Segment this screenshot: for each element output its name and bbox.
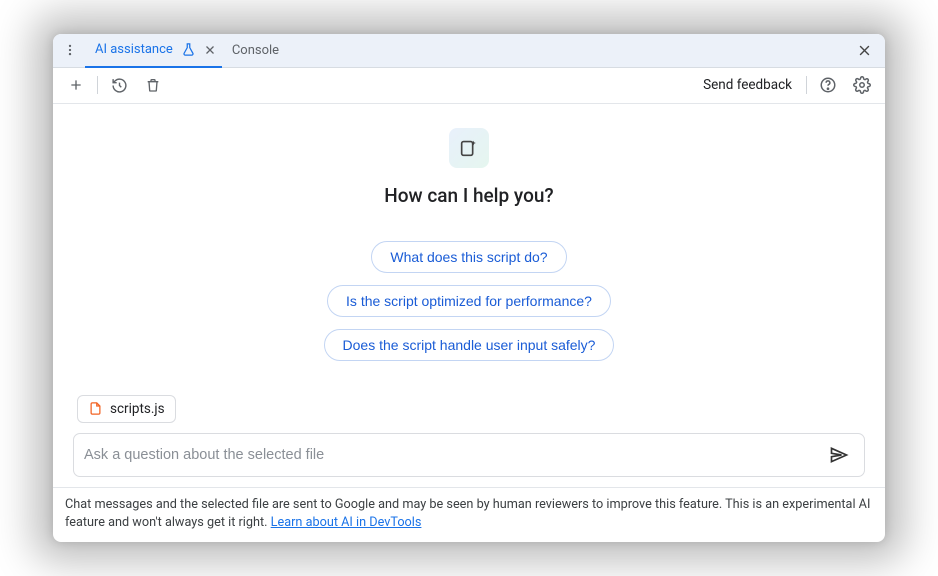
divider xyxy=(97,76,98,94)
send-button[interactable] xyxy=(824,440,854,470)
selected-file-chip[interactable]: scripts.js xyxy=(77,395,176,423)
settings-button[interactable] xyxy=(849,72,875,98)
footer-text: Chat messages and the selected file are … xyxy=(65,497,870,530)
tab-ai-assistance[interactable]: AI assistance xyxy=(85,34,222,68)
file-icon xyxy=(88,401,103,416)
flask-icon xyxy=(181,42,196,57)
close-icon[interactable] xyxy=(204,44,216,56)
suggestion-chip[interactable]: Does the script handle user input safely… xyxy=(324,329,615,361)
toolbar: Send feedback xyxy=(53,68,885,104)
suggestion-chip[interactable]: Is the script optimized for performance? xyxy=(327,285,611,317)
devtools-panel: AI assistance Console Send feedback xyxy=(53,34,885,543)
close-panel-icon[interactable] xyxy=(849,43,879,58)
tab-bar: AI assistance Console xyxy=(53,34,885,68)
tab-label: Console xyxy=(232,43,279,58)
footer-link[interactable]: Learn about AI in DevTools xyxy=(271,515,422,530)
content-area: How can I help you? What does this scrip… xyxy=(53,104,885,487)
help-button[interactable] xyxy=(815,72,841,98)
divider xyxy=(806,76,807,94)
selected-file-name: scripts.js xyxy=(110,401,165,417)
send-feedback-link[interactable]: Send feedback xyxy=(697,77,798,93)
tab-label: AI assistance xyxy=(95,42,173,57)
more-icon[interactable] xyxy=(59,39,81,61)
input-row xyxy=(73,433,865,477)
heading: How can I help you? xyxy=(384,184,553,207)
new-chat-button[interactable] xyxy=(63,72,89,98)
question-input[interactable] xyxy=(84,447,824,463)
history-button[interactable] xyxy=(106,72,132,98)
context-row: scripts.js xyxy=(73,395,865,433)
tab-console[interactable]: Console xyxy=(222,34,285,68)
delete-button[interactable] xyxy=(140,72,166,98)
suggestion-chip[interactable]: What does this script do? xyxy=(371,241,566,273)
ai-sparkle-icon xyxy=(449,128,489,168)
footer-disclaimer: Chat messages and the selected file are … xyxy=(53,487,885,543)
suggestion-list: What does this script do? Is the script … xyxy=(324,241,615,361)
